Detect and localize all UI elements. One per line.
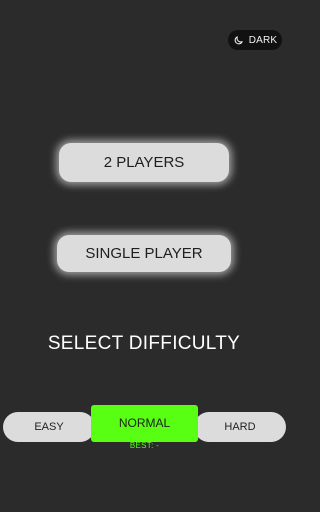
difficulty-selector: EASY HARD NORMAL <box>0 405 288 445</box>
single-player-button[interactable]: SINGLE PLAYER <box>57 235 231 272</box>
two-players-button[interactable]: 2 PLAYERS <box>59 143 229 182</box>
moon-icon <box>233 35 244 46</box>
difficulty-easy-button[interactable]: EASY <box>3 412 95 442</box>
dark-mode-toggle[interactable]: DARK <box>228 30 282 50</box>
difficulty-hard-button[interactable]: HARD <box>194 412 286 442</box>
best-score-label: BEST: - <box>129 441 160 450</box>
select-difficulty-title: SELECT DIFFICULTY <box>47 333 241 354</box>
difficulty-normal-button[interactable]: NORMAL <box>91 405 198 442</box>
dark-mode-label: DARK <box>248 34 278 46</box>
